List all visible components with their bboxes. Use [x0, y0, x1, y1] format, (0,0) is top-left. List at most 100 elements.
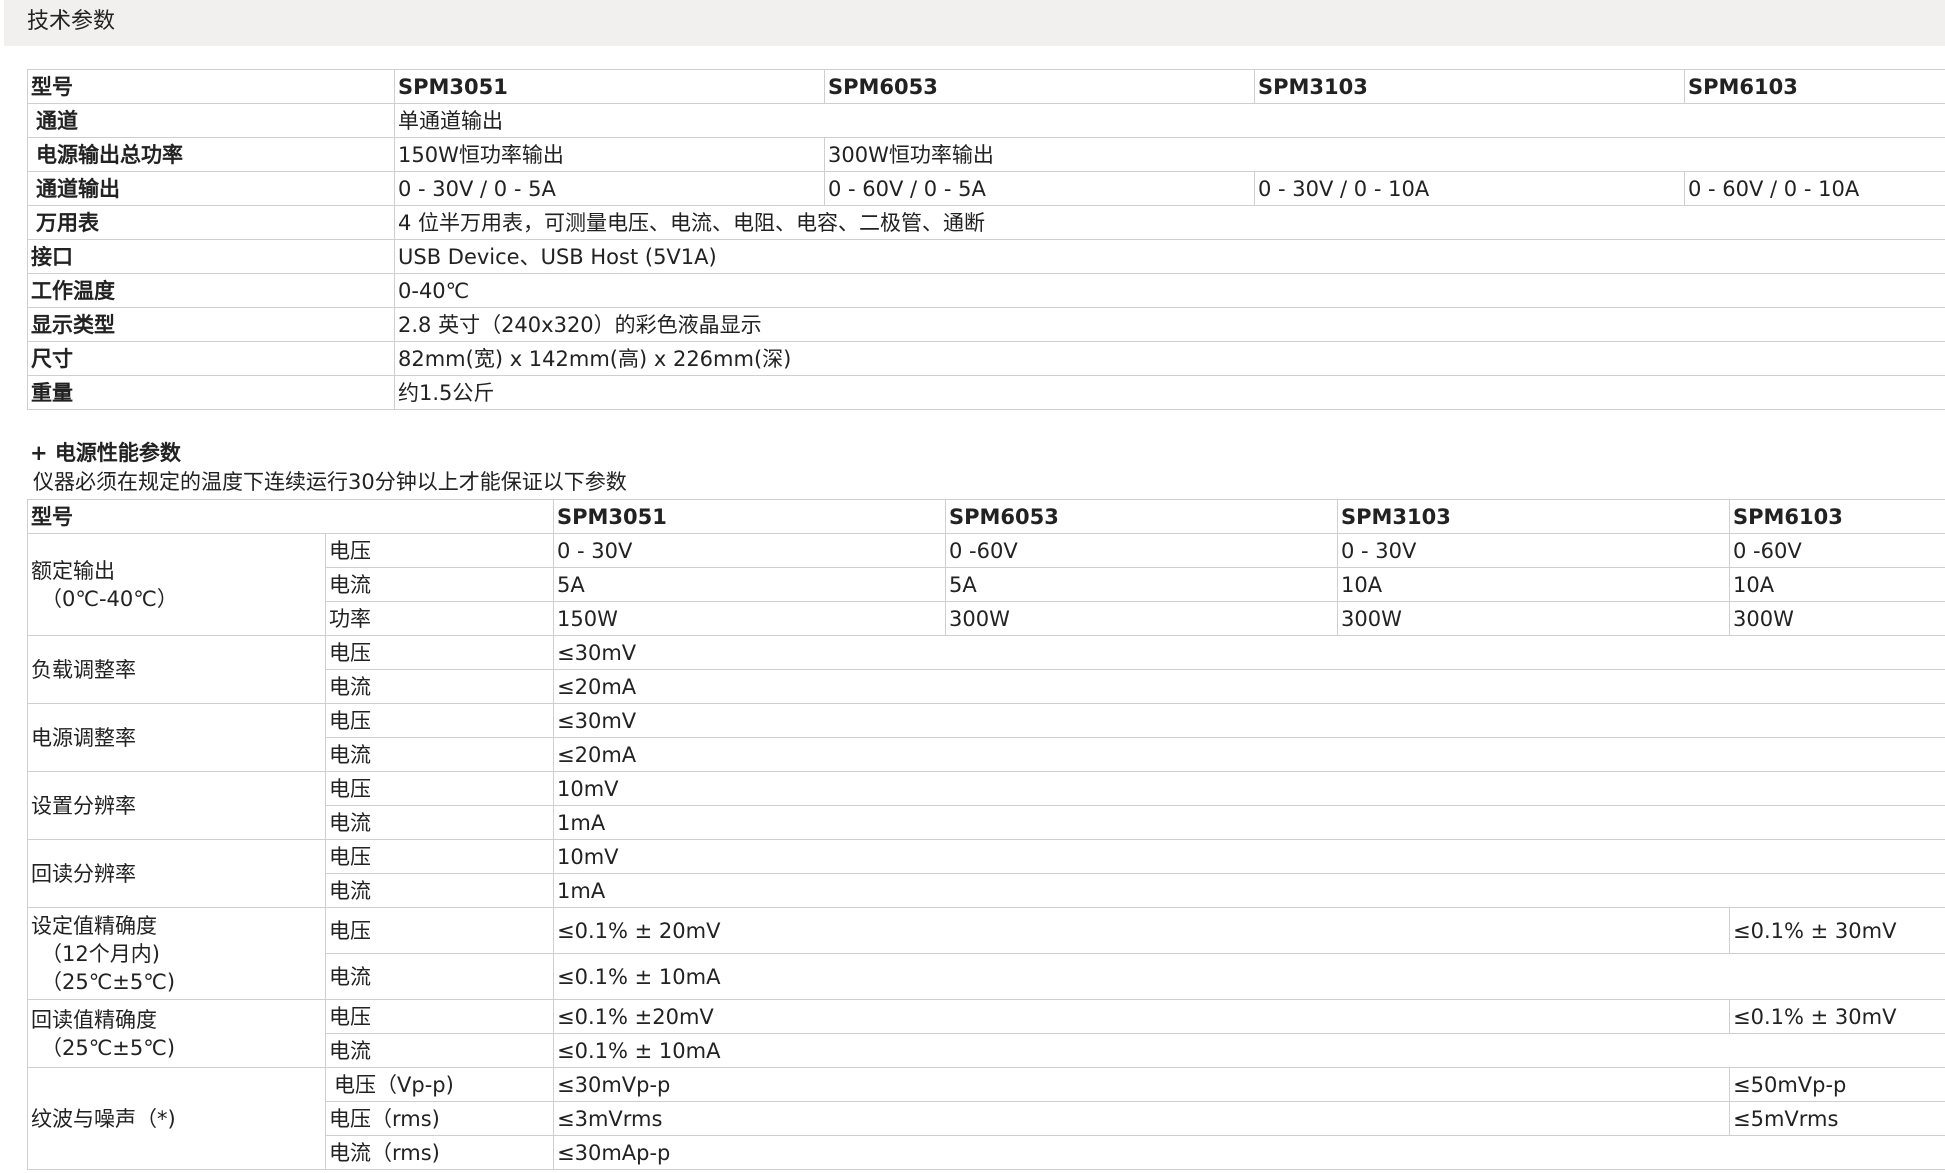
cell-value: ≤0.1% ± 10mA	[553, 953, 1945, 1000]
cell-value: 1mA	[553, 805, 1945, 840]
table-row: 接口 USB Device、USB Host (5V1A)	[27, 239, 1945, 274]
perf-table: 型号 SPM3051 SPM6053 SPM3103 SPM6103 额定输出 …	[27, 499, 1945, 1170]
param-label: 电压	[325, 839, 554, 874]
table-row: 万用表 4 位半万用表，可测量电压、电流、电阻、电容、二极管、通断	[27, 205, 1945, 240]
spec-table: 型号 SPM3051 SPM6053 SPM3103 SPM6103 通道 单通…	[27, 69, 1945, 410]
table-row: 通道输出 0 - 30V / 0 - 5A 0 - 60V / 0 - 5A 0…	[27, 171, 1945, 206]
cell-value: 0 - 30V	[553, 533, 946, 568]
param-label: 电压	[325, 635, 554, 670]
param-label: 电流	[325, 669, 554, 704]
group-label-rated-output: 额定输出 （0℃-40℃）	[27, 533, 326, 636]
table-row: 纹波与噪声（*) 电压（Vp-p) ≤30mVp-p ≤50mVp-p	[27, 1067, 1945, 1170]
param-label: 电流	[325, 567, 554, 602]
cell-value: 10mV	[553, 771, 1945, 806]
model-name: SPM3103	[1254, 69, 1685, 104]
cell-value: 0 - 30V	[1337, 533, 1730, 568]
row-label: 通道输出	[27, 171, 395, 206]
cell-value: 150W恒功率输出	[394, 137, 825, 172]
param-label: 电流	[325, 873, 554, 908]
perf-section-title: + 电源性能参数	[30, 441, 181, 465]
section-header-bar: 技术参数	[4, 0, 1945, 46]
param-label: 电流	[325, 1033, 554, 1068]
model-label: 型号	[27, 69, 395, 104]
cell-value: ≤20mA	[553, 669, 1945, 704]
cell-value: 单通道输出	[394, 103, 1945, 138]
table-row: 电源调整率 电压 ≤30mV	[27, 703, 1945, 772]
param-label: 电压	[325, 771, 554, 806]
group-label-line: （12个月内)	[41, 941, 160, 966]
row-label: 尺寸	[27, 341, 395, 376]
param-label: 电流	[325, 737, 554, 772]
group-label-line: （0℃-40℃）	[41, 586, 178, 611]
table-row: 设定值精确度 （12个月内) （25℃±5℃) 电压 ≤0.1% ± 20mV …	[27, 907, 1945, 1000]
model-name: SPM3103	[1337, 499, 1730, 534]
param-label: 电压	[325, 907, 554, 954]
model-name: SPM6053	[824, 69, 1255, 104]
cell-value: ≤0.1% ± 30mV	[1729, 907, 1945, 954]
row-label: 电源输出总功率	[27, 137, 395, 172]
group-label-line: 设定值精确度	[31, 913, 157, 938]
group-label-readback-resolution: 回读分辨率	[27, 839, 326, 908]
cell-value: ≤20mA	[553, 737, 1945, 772]
cell-value: 0 -60V	[1729, 533, 1945, 568]
param-label: 电流	[325, 805, 554, 840]
row-label: 通道	[27, 103, 395, 138]
cell-value: 0 - 60V / 0 - 5A	[824, 171, 1255, 206]
cell-value: 10mV	[553, 839, 1945, 874]
table-row: 型号 SPM3051 SPM6053 SPM3103 SPM6103	[27, 499, 1945, 534]
section-title: 技术参数	[27, 9, 116, 34]
cell-value: ≤0.1% ± 30mV	[1729, 999, 1945, 1034]
perf-section-note: 仪器必须在规定的温度下连续运行30分钟以上才能保证以下参数	[33, 470, 627, 494]
cell-value: ≤30mAp-p	[553, 1135, 1945, 1170]
table-row: 电源输出总功率 150W恒功率输出 300W恒功率输出	[27, 137, 1945, 172]
cell-value: ≤0.1% ± 10mA	[553, 1033, 1945, 1068]
param-label: 电流	[325, 953, 554, 1000]
cell-value: 82mm(宽) x 142mm(高) x 226mm(深)	[394, 341, 1945, 376]
table-row: 型号 SPM3051 SPM6053 SPM3103 SPM6103	[27, 69, 1945, 104]
group-label-line: 额定输出	[31, 558, 115, 583]
table-row: 额定输出 （0℃-40℃） 电压 0 - 30V 0 -60V 0 - 30V …	[27, 533, 1945, 636]
cell-value: 约1.5公斤	[394, 375, 1945, 410]
cell-value: 5A	[945, 567, 1338, 602]
group-label-load-regulation: 负载调整率	[27, 635, 326, 704]
table-row: 显示类型 2.8 英寸（240x320）的彩色液晶显示	[27, 307, 1945, 342]
row-label: 工作温度	[27, 273, 395, 308]
cell-value: 150W	[553, 601, 946, 636]
cell-value: 0 - 30V / 0 - 10A	[1254, 171, 1685, 206]
cell-value: 1mA	[553, 873, 1945, 908]
row-label: 显示类型	[27, 307, 395, 342]
group-label-line: （25℃±5℃)	[41, 1035, 176, 1060]
cell-value: 0 -60V	[945, 533, 1338, 568]
cell-value: ≤50mVp-p	[1729, 1067, 1945, 1102]
cell-value: 2.8 英寸（240x320）的彩色液晶显示	[394, 307, 1945, 342]
param-label: 电压（Vp-p)	[325, 1067, 554, 1102]
group-label-line-regulation: 电源调整率	[27, 703, 326, 772]
cell-value: ≤0.1% ± 20mV	[553, 907, 1730, 954]
row-label: 万用表	[27, 205, 395, 240]
table-row: 负载调整率 电压 ≤30mV	[27, 635, 1945, 704]
cell-value: 0-40℃	[394, 273, 1945, 308]
param-label: 电压	[325, 703, 554, 738]
param-label: 电流（rms)	[325, 1135, 554, 1170]
cell-value: ≤3mVrms	[553, 1101, 1730, 1136]
group-label-ripple-noise: 纹波与噪声（*)	[27, 1067, 326, 1170]
cell-value: ≤30mV	[553, 635, 1945, 670]
group-label-line: （25℃±5℃)	[41, 969, 176, 994]
table-row: 尺寸 82mm(宽) x 142mm(高) x 226mm(深)	[27, 341, 1945, 376]
row-label: 重量	[27, 375, 395, 410]
table-row: 通道 单通道输出	[27, 103, 1945, 138]
cell-value: 300W	[1729, 601, 1945, 636]
table-row: 工作温度 0-40℃	[27, 273, 1945, 308]
model-name: SPM3051	[553, 499, 946, 534]
cell-value: 0 - 30V / 0 - 5A	[394, 171, 825, 206]
cell-value: 10A	[1729, 567, 1945, 602]
cell-value: 300W	[945, 601, 1338, 636]
model-label: 型号	[27, 499, 554, 534]
cell-value: USB Device、USB Host (5V1A)	[394, 239, 1945, 274]
table-row: 回读分辨率 电压 10mV	[27, 839, 1945, 908]
param-label: 电压	[325, 999, 554, 1034]
cell-value: 300W恒功率输出	[824, 137, 1945, 172]
cell-value: 300W	[1337, 601, 1730, 636]
row-label: 接口	[27, 239, 395, 274]
cell-value: 0 - 60V / 0 - 10A	[1684, 171, 1945, 206]
